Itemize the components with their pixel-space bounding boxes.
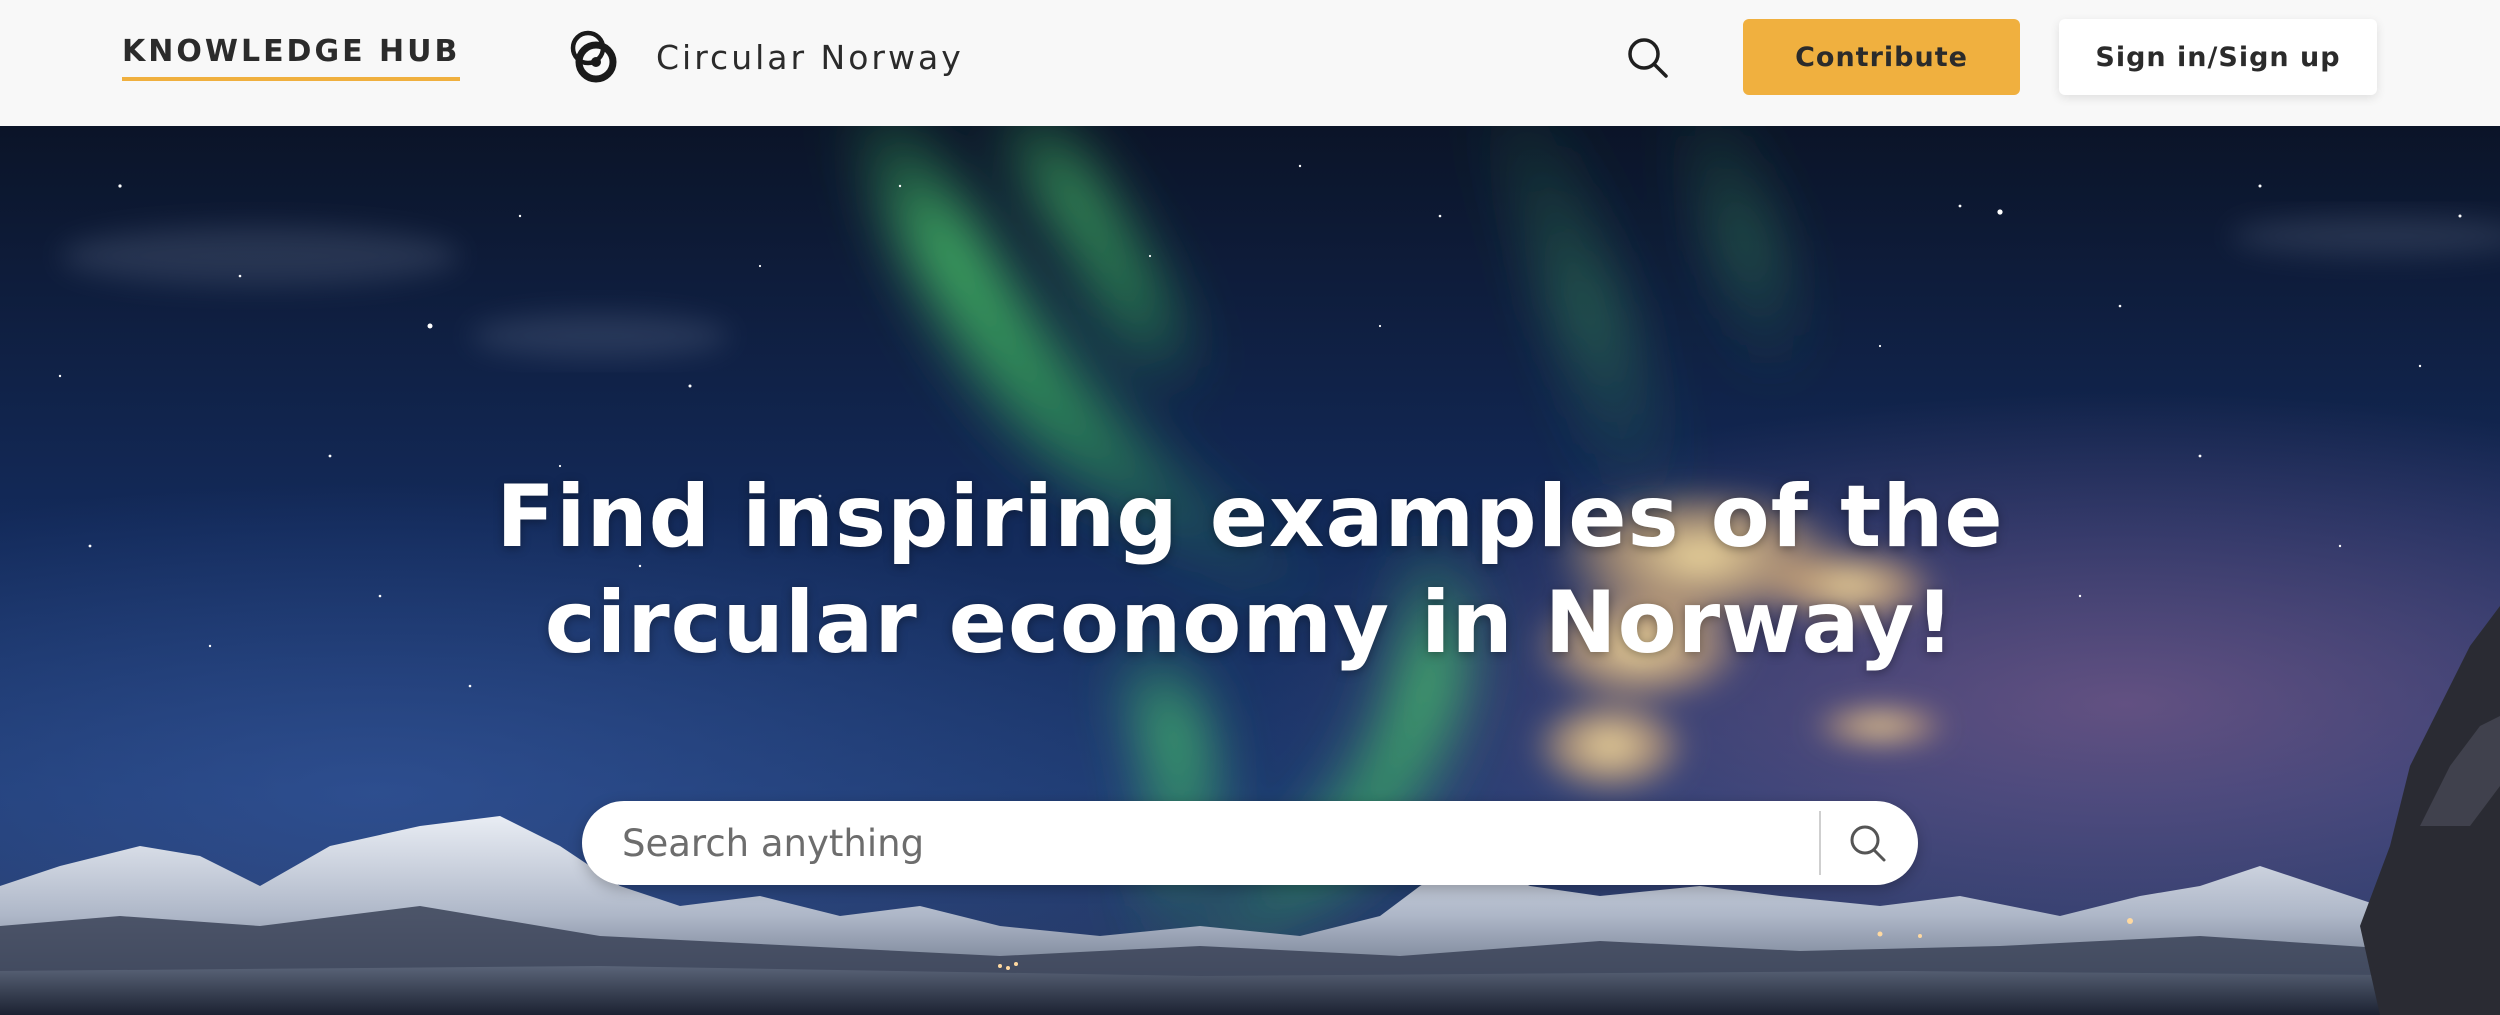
circular-norway-logo-icon[interactable] — [566, 26, 622, 86]
hero-search-input[interactable] — [622, 801, 1782, 885]
contribute-button[interactable]: Contribute — [1743, 19, 2020, 95]
search-icon[interactable] — [1624, 34, 1672, 82]
search-divider — [1819, 811, 1821, 875]
hero-heading-line-2: circular economy in Norway! — [544, 573, 1956, 673]
hero-section: Find inspiring examples of the circular … — [0, 126, 2500, 1015]
knowledge-hub-link[interactable]: KNOWLEDGE HUB — [122, 34, 461, 81]
hero-search-bar — [582, 801, 1918, 885]
hero-heading: Find inspiring examples of the circular … — [250, 464, 2250, 676]
top-navigation: KNOWLEDGE HUB Circular Norway Contribute… — [0, 0, 2500, 126]
hero-search-button-icon[interactable] — [1832, 813, 1902, 873]
brand-name[interactable]: Circular Norway — [656, 38, 964, 77]
sign-in-button[interactable]: Sign in/Sign up — [2059, 19, 2377, 95]
hero-heading-line-1: Find inspiring examples of the — [496, 467, 2004, 567]
